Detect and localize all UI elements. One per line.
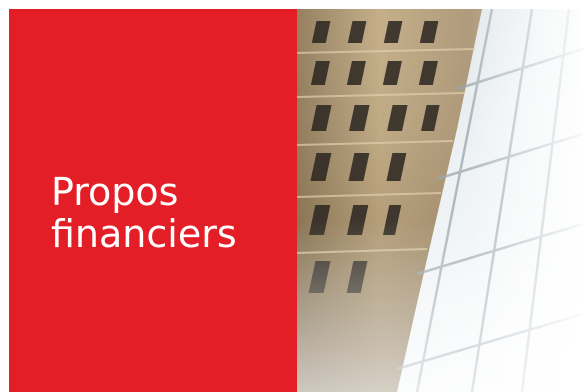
building-facade-image	[297, 9, 583, 392]
banner-title: Propos financiers	[51, 171, 237, 255]
banner-title-line-2: financiers	[51, 212, 237, 256]
red-title-panel: Propos financiers	[9, 9, 297, 392]
banner-title-line-1: Propos	[51, 170, 179, 214]
promo-banner[interactable]: Propos financiers	[0, 0, 583, 392]
